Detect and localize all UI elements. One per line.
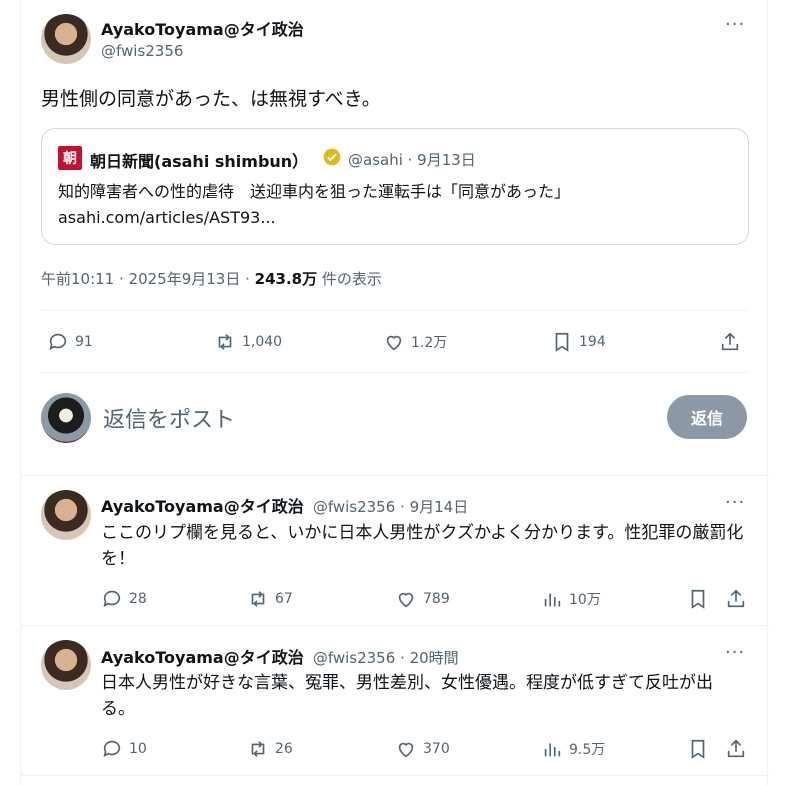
bookmark-icon	[555, 332, 569, 352]
like-action[interactable]: 789	[395, 588, 450, 610]
reply-action[interactable]: 91	[47, 331, 93, 353]
divider	[21, 625, 769, 626]
reply-count: 28	[129, 591, 147, 607]
reply-meta[interactable]: @fwis2356 · 20時間	[313, 649, 459, 667]
like-action[interactable]: 1.2万	[383, 331, 447, 353]
reply-action[interactable]: 10	[101, 738, 147, 760]
tweet-text: 男性側の同意があった、は無視すべき。	[41, 88, 381, 110]
views-count: 9.5万	[569, 742, 606, 758]
retweet-icon	[218, 334, 232, 350]
like-count: 789	[423, 591, 450, 607]
share-icon	[727, 589, 745, 608]
timeline-column: AyakoToyama@タイ政治 @fwis2356 ··· 男性側の同意があっ…	[20, 0, 769, 785]
like-count: 1.2万	[411, 335, 448, 351]
quote-handle-date: @asahi · 9月13日	[348, 151, 476, 169]
more-options-icon[interactable]: ···	[725, 642, 745, 663]
heart-icon	[398, 742, 414, 758]
divider	[41, 372, 749, 373]
quote-source-name: 朝日新聞(asahi shimbun）	[90, 152, 309, 171]
bookmark-action[interactable]: 194	[551, 331, 606, 353]
view-count: 243.8万	[254, 270, 318, 288]
reply-header: AyakoToyama@タイ政治 @fwis2356 · 9月14日	[101, 493, 468, 517]
reply-author-avatar[interactable]	[41, 490, 91, 540]
asahi-logo-icon: 朝	[58, 146, 82, 170]
retweet-icon	[251, 591, 265, 607]
reply-header: AyakoToyama@タイ政治 @fwis2356 · 20時間	[101, 644, 459, 668]
reply-input[interactable]: 返信をポスト	[103, 402, 235, 434]
share-action[interactable]	[725, 588, 747, 610]
quoted-tweet-card[interactable]: 朝 朝日新聞(asahi shimbun） @asahi · 9月13日 知的障…	[41, 128, 749, 245]
reply-icon	[103, 590, 121, 607]
views-count: 10万	[569, 592, 601, 608]
share-action[interactable]	[725, 738, 747, 760]
reply-author-avatar[interactable]	[41, 640, 91, 690]
views-chart-icon	[544, 743, 561, 757]
view-label: 件の表示	[317, 270, 382, 288]
reply-text: ここのリプ欄を見ると、いかに日本人男性がクズかよく分かります。性犯罪の厳罰化を！	[101, 523, 744, 569]
retweet-action[interactable]: 26	[247, 738, 293, 760]
retweet-icon	[251, 741, 265, 757]
share-icon	[721, 332, 739, 351]
verified-badge-icon	[323, 148, 341, 166]
reply-action[interactable]: 28	[101, 588, 147, 610]
retweet-count: 67	[275, 591, 293, 607]
views-chart-icon	[544, 593, 561, 607]
divider	[21, 475, 769, 476]
bookmark-icon	[691, 739, 705, 759]
reply-count: 91	[75, 334, 93, 350]
quote-headline: 知的障害者への性的虐待 送迎車内を狙った運転手は「同意があった」	[58, 182, 571, 201]
bookmark-action[interactable]	[687, 588, 709, 610]
share-action[interactable]	[719, 331, 741, 353]
reply-count: 10	[129, 741, 147, 757]
reply-submit-button[interactable]: 返信	[667, 395, 747, 439]
heart-icon	[398, 592, 414, 608]
share-icon	[727, 739, 745, 758]
reply-author-name[interactable]: AyakoToyama@タイ政治	[101, 648, 304, 667]
more-options-icon[interactable]: ···	[725, 14, 745, 35]
tweet-timestamp-line: 午前10:11 · 2025年9月13日 · 243.8万 件の表示	[41, 268, 382, 289]
reply-icon	[49, 333, 67, 350]
retweet-action[interactable]: 1,040	[214, 331, 282, 353]
author-display-name[interactable]: AyakoToyama@タイ政治	[101, 16, 304, 40]
like-count: 370	[423, 741, 450, 757]
retweet-count: 1,040	[242, 334, 283, 350]
more-options-icon[interactable]: ···	[725, 492, 745, 513]
bookmark-icon	[691, 589, 705, 609]
divider	[41, 310, 749, 311]
views-action[interactable]: 10万	[541, 588, 601, 610]
bookmark-count: 194	[579, 334, 606, 350]
reply-icon	[103, 740, 121, 757]
views-action[interactable]: 9.5万	[541, 738, 605, 760]
author-handle[interactable]: @fwis2356	[101, 42, 183, 60]
bookmark-action[interactable]	[687, 738, 709, 760]
retweet-action[interactable]: 67	[247, 588, 293, 610]
quote-link[interactable]: asahi.com/articles/AST93...	[58, 205, 276, 231]
reply-text: 日本人男性が好きな言葉、冤罪、男性差別、女性優遇。程度が低すぎて反吐が出る。	[101, 673, 713, 719]
current-user-avatar[interactable]	[41, 393, 91, 443]
tweet-timestamp[interactable]: 午前10:11 · 2025年9月13日 ·	[41, 270, 255, 288]
heart-icon	[386, 335, 402, 351]
reply-author-name[interactable]: AyakoToyama@タイ政治	[101, 497, 304, 516]
retweet-count: 26	[275, 741, 293, 757]
like-action[interactable]: 370	[395, 738, 450, 760]
divider	[21, 775, 769, 776]
author-avatar[interactable]	[41, 14, 91, 64]
reply-meta[interactable]: @fwis2356 · 9月14日	[313, 498, 468, 516]
